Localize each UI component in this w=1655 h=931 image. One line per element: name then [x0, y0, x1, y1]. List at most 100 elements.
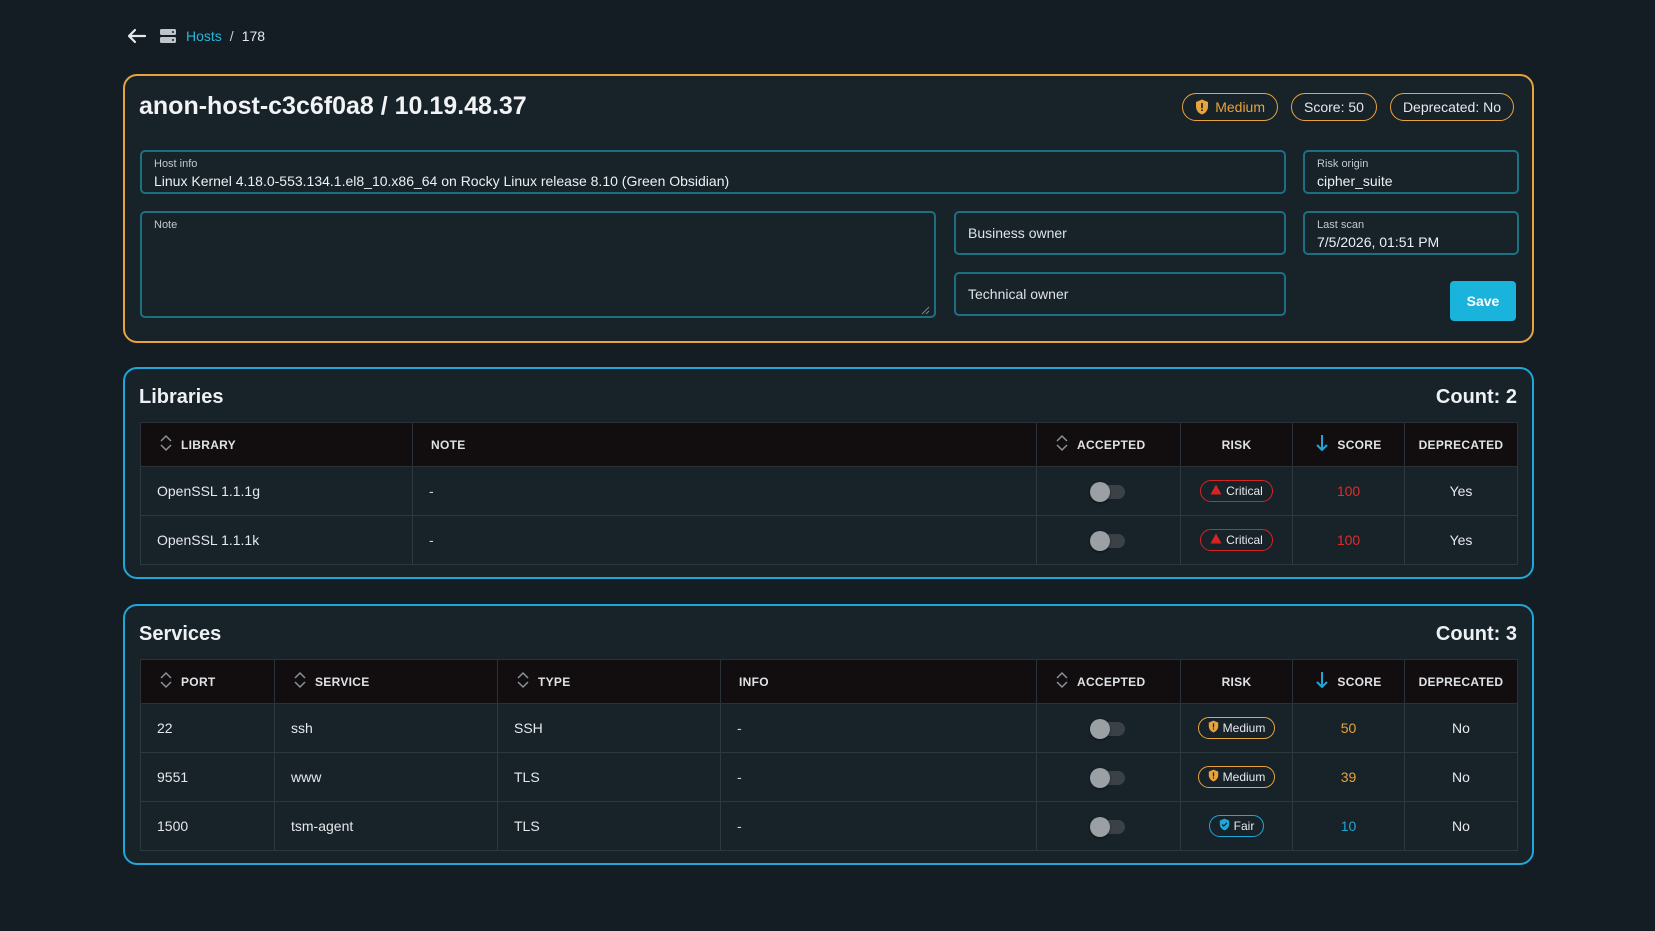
col-library-label: LIBRARY — [181, 437, 236, 452]
sort-icon[interactable] — [516, 671, 530, 692]
risk-cell: Fair — [1180, 801, 1293, 851]
table-row: 9551 www TLS - Medium 39 No — [140, 752, 1518, 802]
score-value: 39 — [1292, 752, 1405, 802]
col-note-label: NOTE — [431, 437, 466, 452]
save-button[interactable]: Save — [1450, 281, 1516, 321]
warning-triangle-icon — [1210, 533, 1222, 547]
breadcrumb: Hosts / 178 — [126, 24, 265, 48]
deprecated-value: Yes — [1404, 466, 1518, 516]
col-accepted-label: ACCEPTED — [1077, 437, 1146, 452]
risk-pill: Critical — [1200, 480, 1273, 502]
risk-badge-label: Medium — [1215, 99, 1265, 115]
col-library[interactable]: LIBRARY — [140, 422, 413, 467]
col-score-label: SCORE — [1337, 674, 1382, 689]
library-name: OpenSSL 1.1.1g — [140, 466, 413, 516]
table-row: OpenSSL 1.1.1g - Critical 100 Yes — [140, 466, 1518, 516]
breadcrumb-current: 178 — [241, 28, 266, 44]
risk-cell: Critical — [1180, 466, 1293, 516]
port-value: 22 — [140, 703, 275, 753]
col-accepted[interactable]: ACCEPTED — [1036, 659, 1181, 704]
port-value: 9551 — [140, 752, 275, 802]
service-value: ssh — [274, 703, 498, 753]
last-scan-field: Last scan 7/5/2026, 01:51 PM — [1303, 211, 1519, 255]
sort-icon[interactable] — [293, 671, 307, 692]
host-info-label: Host info — [154, 158, 198, 170]
col-service-label: SERVICE — [315, 674, 370, 689]
host-server-icon — [158, 26, 178, 46]
libraries-title: Libraries — [139, 386, 224, 408]
score-value: 10 — [1292, 801, 1405, 851]
col-risk: RISK — [1180, 659, 1293, 704]
shield-icon — [1195, 99, 1209, 115]
shield-icon — [1208, 720, 1219, 736]
col-info: INFO — [720, 659, 1037, 704]
col-port[interactable]: PORT — [140, 659, 275, 704]
accepted-toggle[interactable] — [1089, 531, 1125, 552]
host-info-value: Linux Kernel 4.18.0-553.134.1.el8_10.x86… — [154, 173, 730, 189]
host-info-field[interactable]: Host info Linux Kernel 4.18.0-553.134.1.… — [140, 150, 1286, 194]
risk-origin-label: Risk origin — [1317, 158, 1369, 170]
col-port-label: PORT — [181, 674, 216, 689]
risk-origin-value: cipher_suite — [1317, 173, 1393, 189]
note-label: Note — [154, 219, 178, 231]
sort-icon[interactable] — [159, 434, 173, 455]
risk-origin-field[interactable]: Risk origin cipher_suite — [1303, 150, 1519, 194]
col-deprecated-label: DEPRECATED — [1418, 437, 1504, 452]
col-accepted[interactable]: ACCEPTED — [1036, 422, 1181, 467]
sort-icon[interactable] — [159, 671, 173, 692]
resize-handle-icon[interactable] — [920, 302, 930, 315]
col-info-label: INFO — [739, 674, 769, 689]
risk-label: Medium — [1222, 721, 1266, 735]
risk-pill: Medium — [1197, 717, 1276, 739]
services-table: PORT SERVICE TYPE INFO ACCEPTED RISK SCO… — [140, 659, 1518, 851]
risk-label: Critical — [1226, 533, 1263, 547]
col-type[interactable]: TYPE — [497, 659, 721, 704]
col-score[interactable]: SCORE — [1292, 422, 1405, 467]
technical-owner-placeholder: Technical owner — [968, 286, 1069, 302]
accepted-toggle[interactable] — [1089, 768, 1125, 789]
technical-owner-input[interactable]: Technical owner — [954, 272, 1286, 316]
score-value: 100 — [1292, 515, 1405, 565]
col-risk-label: RISK — [1221, 437, 1252, 452]
library-note: - — [412, 515, 1037, 565]
col-risk: RISK — [1180, 422, 1293, 467]
deprecated-value: No — [1404, 752, 1518, 802]
accepted-cell — [1036, 801, 1181, 851]
sort-desc-icon[interactable] — [1315, 671, 1329, 692]
col-accepted-label: ACCEPTED — [1077, 674, 1146, 689]
service-value: tsm-agent — [274, 801, 498, 851]
col-type-label: TYPE — [538, 674, 571, 689]
back-arrow-icon[interactable] — [126, 25, 148, 47]
services-count: Count: 3 — [1435, 623, 1517, 645]
host-badges: Medium Score: 50 Deprecated: No — [1182, 93, 1514, 121]
sort-icon[interactable] — [1055, 434, 1069, 455]
col-score[interactable]: SCORE — [1292, 659, 1405, 704]
libraries-header-row: LIBRARY NOTE ACCEPTED RISK SCORE DEPRECA… — [140, 422, 1518, 467]
accepted-toggle[interactable] — [1089, 719, 1125, 740]
note-textarea[interactable]: Note — [140, 211, 936, 318]
business-owner-input[interactable]: Business owner — [954, 211, 1286, 255]
accepted-toggle[interactable] — [1089, 817, 1125, 838]
library-note: - — [412, 466, 1037, 516]
accepted-cell — [1036, 515, 1181, 565]
accepted-cell — [1036, 703, 1181, 753]
warning-triangle-icon — [1210, 484, 1222, 498]
deprecated-badge: Deprecated: No — [1389, 93, 1514, 121]
breadcrumb-hosts-link[interactable]: Hosts — [186, 28, 222, 44]
accepted-toggle[interactable] — [1089, 482, 1125, 503]
risk-cell: Medium — [1180, 703, 1293, 753]
sort-icon[interactable] — [1055, 671, 1069, 692]
sort-desc-icon[interactable] — [1315, 434, 1329, 455]
score-badge: Score: 50 — [1291, 93, 1377, 121]
service-value: www — [274, 752, 498, 802]
services-header-row: PORT SERVICE TYPE INFO ACCEPTED RISK SCO… — [140, 659, 1518, 704]
risk-pill: Fair — [1208, 815, 1265, 837]
shield-icon — [1208, 769, 1219, 785]
risk-pill: Medium — [1197, 766, 1276, 788]
type-value: TLS — [497, 752, 721, 802]
risk-pill: Critical — [1200, 529, 1273, 551]
libraries-count: Count: 2 — [1435, 386, 1517, 408]
col-service[interactable]: SERVICE — [274, 659, 498, 704]
deprecated-value: Yes — [1404, 515, 1518, 565]
deprecated-value: No — [1404, 801, 1518, 851]
